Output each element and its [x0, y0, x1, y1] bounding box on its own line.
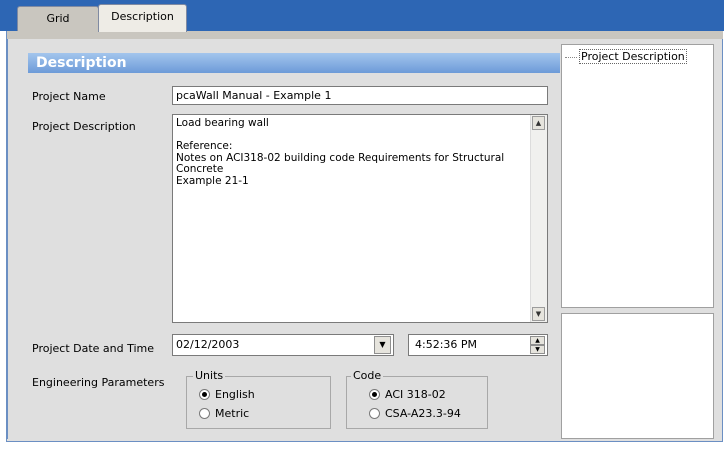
tree-connector [565, 56, 577, 58]
radio-selected-icon[interactable] [199, 388, 210, 400]
units-group-title: Units [193, 369, 226, 382]
code-aci-label: ACI 318-02 [385, 388, 446, 401]
tab-bar: Grid Description [0, 0, 724, 32]
units-group: Units English Metric [186, 369, 331, 429]
project-description-textarea[interactable]: Load bearing wall Reference: Notes on AC… [172, 114, 548, 323]
project-date-value: 02/12/2003 [176, 338, 240, 351]
section-header: Description [28, 53, 560, 73]
scroll-up-arrow-icon[interactable]: ▲ [532, 116, 545, 130]
units-english-radio[interactable]: English [199, 388, 255, 402]
engineering-parameters-label: Engineering Parameters [32, 376, 165, 389]
units-english-label: English [215, 388, 255, 401]
date-dropdown-arrow-icon[interactable]: ▼ [374, 336, 391, 354]
radio-selected-icon[interactable] [369, 388, 380, 400]
code-csa-label: CSA-A23.3-94 [385, 407, 461, 420]
code-group: Code ACI 318-02 CSA-A23.3-94 [346, 369, 488, 429]
project-date-time-label: Project Date and Time [32, 342, 155, 355]
tab-grid[interactable]: Grid [17, 6, 99, 31]
units-metric-radio[interactable]: Metric [199, 407, 249, 421]
project-tree-panel: Project Description [561, 44, 714, 308]
scroll-down-arrow-icon[interactable]: ▼ [532, 307, 545, 321]
code-csa-radio[interactable]: CSA-A23.3-94 [369, 407, 461, 421]
tab-description[interactable]: Description [98, 4, 187, 32]
project-time-value: 4:52:36 PM [415, 338, 478, 351]
code-group-title: Code [351, 369, 384, 382]
project-date-input[interactable]: 02/12/2003 ▼ [172, 334, 394, 356]
radio-unselected-icon[interactable] [199, 407, 210, 419]
project-description-text: Load bearing wall Reference: Notes on AC… [176, 117, 505, 187]
preview-panel [561, 313, 714, 439]
description-scrollbar[interactable]: ▲ ▼ [530, 115, 547, 322]
tree-item-label: Project Description [579, 49, 687, 64]
code-aci-radio[interactable]: ACI 318-02 [369, 388, 446, 402]
project-description-label: Project Description [32, 120, 136, 133]
time-spin-down-icon[interactable]: ▼ [530, 345, 545, 354]
project-name-input[interactable]: pcaWall Manual - Example 1 [172, 86, 548, 105]
units-metric-label: Metric [215, 407, 250, 420]
frame-strip [7, 31, 723, 39]
project-name-label: Project Name [32, 90, 106, 103]
tree-item-project-description[interactable]: Project Description [565, 49, 687, 64]
radio-unselected-icon[interactable] [369, 407, 380, 419]
project-time-input[interactable]: 4:52:36 PM ▲ ▼ [408, 334, 548, 356]
time-spin-up-icon[interactable]: ▲ [530, 336, 545, 345]
